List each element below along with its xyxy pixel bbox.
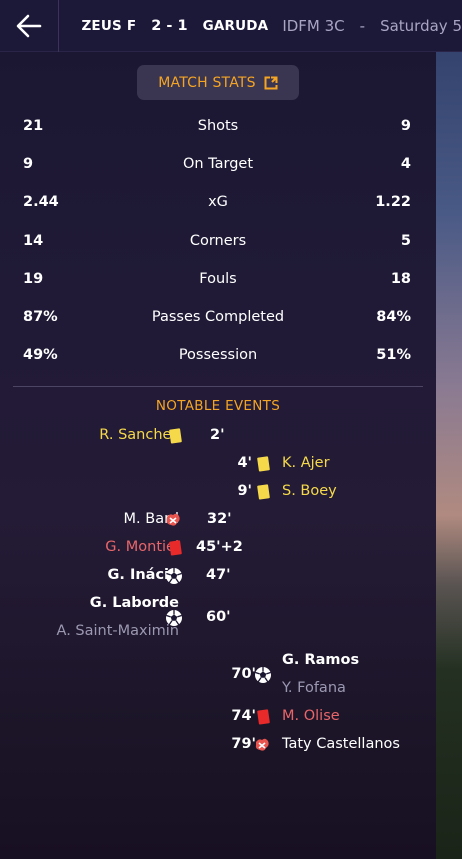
stat-name: Passes Completed [151, 309, 285, 325]
event-minute: 47' [206, 567, 231, 583]
stat-away-value: 5 [400, 233, 411, 249]
event-player[interactable]: Taty Castellanos [282, 734, 400, 754]
event-player[interactable]: K. Ajer [282, 453, 330, 473]
event-player[interactable]: M. Olise [282, 706, 340, 726]
section-divider [13, 386, 423, 387]
stat-name: Shots [197, 118, 239, 134]
event-minute: 60' [206, 609, 231, 625]
yellow-card-icon [169, 428, 182, 444]
event-minute: 32' [207, 511, 232, 527]
stat-name: Corners [189, 233, 247, 249]
event-minute: 9' [237, 483, 252, 499]
match-header: ZEUS F 2 - 1 GARUDA IDFM 3C - Saturday 5 [59, 17, 462, 35]
notable-events-title: NOTABLE EVENTS [155, 398, 281, 414]
stat-away-value: 84% [376, 309, 411, 325]
red-card-icon [257, 709, 270, 725]
yellow-card-icon [257, 456, 270, 472]
stat-away-value: 4 [400, 156, 411, 172]
stat-row-corners: 14 Corners 5 [0, 231, 436, 251]
football-icon [166, 610, 182, 626]
stat-away-value: 9 [400, 118, 411, 134]
event-assist[interactable]: Y. Fofana [282, 678, 346, 698]
stat-row-xg: 2.44 xG 1.22 [0, 192, 436, 212]
stat-name: Possession [178, 347, 258, 363]
back-button[interactable] [0, 0, 60, 52]
away-team-name: GARUDA [202, 17, 269, 34]
top-bar: ZEUS F 2 - 1 GARUDA IDFM 3C - Saturday 5 [0, 0, 462, 52]
match-date: Saturday 5 [380, 16, 462, 35]
stat-away-value: 18 [390, 271, 411, 287]
arrow-left-icon [16, 14, 42, 37]
stat-name: Fouls [199, 271, 237, 287]
event-assist[interactable]: A. Saint-Maximin [57, 621, 179, 641]
stat-away-value: 51% [376, 347, 411, 363]
red-card-icon [169, 540, 182, 556]
stat-name: xG [208, 194, 228, 210]
match-stats-button[interactable]: MATCH STATS [137, 65, 299, 100]
competition-name: IDFM 3C [282, 16, 345, 35]
stat-row-possession: 49% Possession 51% [0, 345, 436, 365]
stat-row-fouls: 19 Fouls 18 [0, 269, 436, 289]
event-minute: 70' [231, 666, 256, 682]
stat-row-passes-completed: 87% Passes Completed 84% [0, 307, 436, 327]
football-icon [255, 667, 271, 683]
event-minute: 45'+2 [196, 539, 243, 555]
stat-row-on-target: 9 On Target 4 [0, 154, 436, 174]
home-team-name: ZEUS F [81, 17, 137, 34]
expand-icon [264, 76, 278, 89]
match-score: 2 - 1 [151, 17, 188, 34]
event-minute: 2' [210, 427, 225, 443]
header-separator: - [359, 16, 366, 35]
event-minute: 4' [237, 455, 252, 471]
injury-icon [255, 738, 269, 751]
football-icon [166, 568, 182, 584]
stat-row-shots: 21 Shots 9 [0, 116, 436, 136]
event-player[interactable]: S. Boey [282, 481, 337, 501]
stat-name: On Target [182, 156, 254, 172]
event-player[interactable]: G. Ramos [282, 650, 359, 670]
match-stats-button-label: MATCH STATS [158, 74, 256, 91]
event-minute: 74' [231, 708, 256, 724]
stat-away-value: 1.22 [375, 194, 411, 210]
yellow-card-icon [257, 484, 270, 500]
injury-icon [166, 513, 180, 526]
stadium-background [436, 0, 462, 859]
